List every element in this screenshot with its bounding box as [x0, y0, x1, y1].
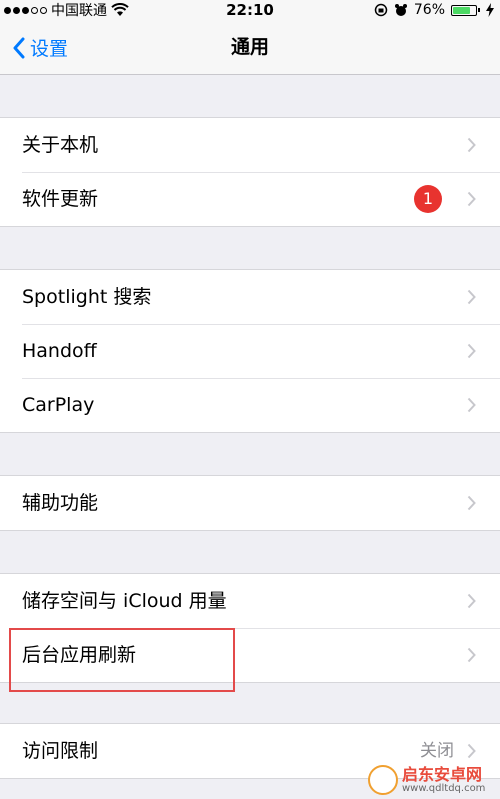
status-bar: 中国联通 22:10 76%	[0, 0, 500, 20]
page-title: 通用	[230, 36, 269, 58]
battery-icon	[451, 4, 480, 16]
row-label: Spotlight 搜索	[22, 286, 152, 308]
watermark-text: 启东安卓网 www.qdltdq.com	[402, 766, 485, 795]
row-label: 关于本机	[22, 134, 99, 156]
settings-group-continuity: Spotlight 搜索 Handoff CarPlay	[0, 269, 500, 433]
chevron-right-icon	[467, 397, 476, 413]
watermark: 启东安卓网 www.qdltdq.com	[368, 763, 498, 797]
row-handoff[interactable]: Handoff	[0, 324, 500, 378]
chevron-right-icon	[467, 137, 476, 153]
chevron-right-icon	[467, 289, 476, 305]
chevron-right-icon	[467, 191, 476, 207]
settings-group-accessibility: 辅助功能	[0, 475, 500, 531]
update-badge: 1	[414, 185, 442, 213]
row-carplay[interactable]: CarPlay	[0, 378, 500, 432]
row-label: Handoff	[22, 340, 97, 362]
watermark-logo-icon	[368, 765, 398, 795]
row-accessibility[interactable]: 辅助功能	[0, 476, 500, 530]
chevron-right-icon	[467, 593, 476, 609]
chevron-right-icon	[467, 743, 476, 759]
row-label: CarPlay	[22, 394, 95, 416]
rotation-lock-icon	[374, 3, 388, 17]
chevron-right-icon	[467, 343, 476, 359]
row-label: 软件更新	[22, 188, 99, 210]
settings-group-about: 关于本机 软件更新 1	[0, 117, 500, 227]
row-label: 储存空间与 iCloud 用量	[22, 590, 227, 612]
row-storage-icloud[interactable]: 储存空间与 iCloud 用量	[0, 574, 500, 628]
row-label: 辅助功能	[22, 492, 99, 514]
chevron-right-icon	[467, 647, 476, 663]
chevron-right-icon	[467, 495, 476, 511]
battery-percent: 76%	[413, 2, 445, 18]
row-software-update[interactable]: 软件更新 1	[0, 172, 500, 226]
watermark-url: www.qdltdq.com	[402, 782, 486, 794]
row-label: 访问限制	[22, 740, 99, 762]
row-spotlight[interactable]: Spotlight 搜索	[0, 270, 500, 324]
charging-icon	[486, 3, 494, 17]
status-right: 76%	[374, 0, 494, 20]
watermark-title: 启东安卓网	[402, 764, 483, 784]
row-about[interactable]: 关于本机	[0, 118, 500, 172]
alarm-icon	[394, 4, 407, 16]
highlight-box	[9, 628, 235, 692]
navigation-bar: 设置 通用	[0, 20, 500, 75]
